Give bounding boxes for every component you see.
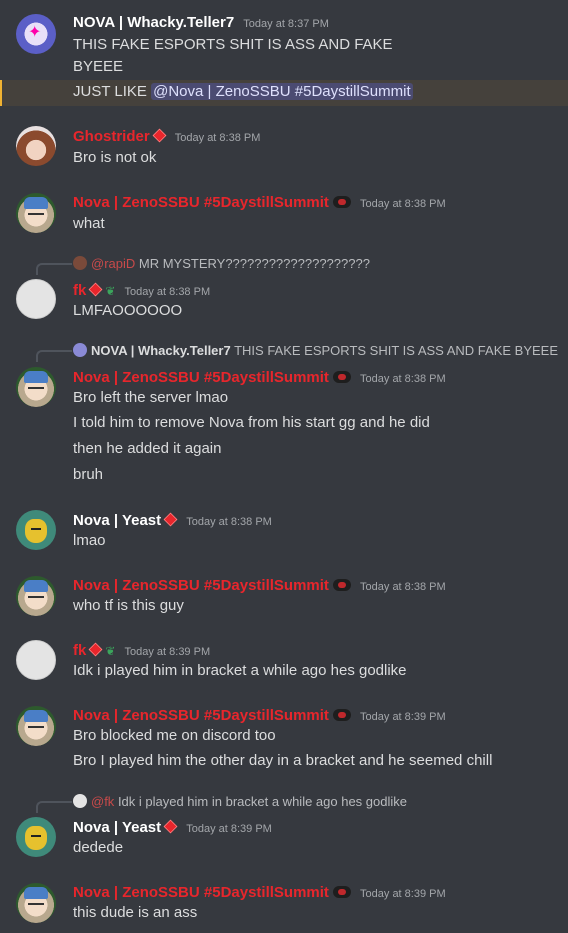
role-icon — [332, 196, 351, 208]
timestamp: Today at 8:39 PM — [124, 646, 211, 658]
avatar[interactable] — [16, 510, 56, 550]
avatar[interactable] — [16, 817, 56, 857]
role-icon — [332, 709, 351, 721]
author-name[interactable]: NOVA | Whacky.Teller7 — [73, 14, 234, 31]
message-line: Bro blocked me on discord too — [73, 727, 276, 744]
sprout-icon: ❦ — [105, 284, 116, 298]
user-mention[interactable]: @Nova | ZenoSSBU #5DaystillSummit — [151, 83, 413, 100]
reply-preview[interactable]: @rapiD MR MYSTERY???????????????????? — [73, 256, 370, 271]
reply-connector — [36, 350, 72, 362]
message-line: dedede — [73, 839, 124, 856]
message-line: this dude is an ass — [73, 904, 198, 921]
message-line: lmao — [73, 532, 106, 549]
reply-text: MR MYSTERY???????????????????? — [138, 256, 370, 271]
highlighted-mention-row: JUST LIKE @Nova | ZenoSSBU #5DaystillSum… — [0, 80, 568, 106]
ruby-role-icon — [88, 642, 103, 657]
message-line: what — [73, 215, 105, 232]
ruby-role-icon — [152, 128, 167, 143]
avatar[interactable] — [16, 883, 56, 923]
avatar[interactable] — [16, 193, 56, 233]
reply-avatar — [73, 256, 87, 270]
avatar[interactable] — [16, 126, 56, 166]
author-name[interactable]: Nova | ZenoSSBU #5DaystillSummit — [73, 577, 329, 594]
sprout-icon: ❦ — [105, 644, 116, 658]
reply-avatar — [73, 343, 87, 357]
author-name[interactable]: Nova | Yeast — [73, 512, 161, 529]
message-line: LMFAOOOOOO — [73, 302, 183, 319]
author-name[interactable]: Nova | Yeast — [73, 819, 161, 836]
timestamp: Today at 8:38 PM — [124, 286, 211, 298]
reply-author[interactable]: @fk — [91, 794, 114, 809]
avatar[interactable] — [16, 279, 56, 319]
ruby-role-icon — [163, 819, 178, 834]
timestamp: Today at 8:38 PM — [186, 516, 272, 528]
author-name[interactable]: Nova | ZenoSSBU #5DaystillSummit — [73, 194, 329, 211]
timestamp: Today at 8:39 PM — [360, 888, 446, 900]
message-line: Bro is not ok — [73, 149, 157, 166]
timestamp: Today at 8:39 PM — [360, 711, 446, 723]
author-name[interactable]: Nova | ZenoSSBU #5DaystillSummit — [73, 369, 329, 386]
message-line: then he added it again — [73, 440, 222, 457]
avatar[interactable] — [16, 367, 56, 407]
reply-author[interactable]: NOVA | Whacky.Teller7 — [91, 343, 231, 358]
avatar[interactable] — [16, 14, 56, 54]
message-line: BYEEE — [73, 58, 124, 75]
reply-preview[interactable]: @fk Idk i played him in bracket a while … — [73, 794, 407, 809]
avatar[interactable] — [16, 640, 56, 680]
message-text: JUST LIKE — [73, 83, 152, 100]
ruby-role-icon — [163, 512, 178, 527]
message-line: I told him to remove Nova from his start… — [73, 414, 430, 431]
role-icon — [332, 886, 351, 898]
role-icon — [332, 371, 351, 383]
reply-author[interactable]: @rapiD — [91, 256, 135, 271]
avatar[interactable] — [16, 576, 56, 616]
author-name[interactable]: Nova | ZenoSSBU #5DaystillSummit — [73, 884, 329, 901]
reply-connector — [36, 263, 72, 275]
timestamp: Today at 8:38 PM — [174, 132, 261, 144]
timestamp: Today at 8:38 PM — [360, 198, 446, 210]
message-line: Bro I played him the other day in a brac… — [73, 752, 493, 769]
reply-preview[interactable]: NOVA | Whacky.Teller7 THIS FAKE ESPORTS … — [73, 343, 558, 358]
reply-avatar — [73, 794, 87, 808]
timestamp: Today at 8:38 PM — [360, 373, 446, 385]
reply-connector — [36, 801, 72, 813]
message-line: bruh — [73, 466, 104, 483]
message-line: Idk i played him in bracket a while ago … — [73, 662, 407, 679]
avatar[interactable] — [16, 706, 56, 746]
reply-text: THIS FAKE ESPORTS SHIT IS ASS AND FAKE B… — [234, 343, 559, 358]
author-name[interactable]: fk — [73, 282, 86, 299]
timestamp: Today at 8:37 PM — [243, 18, 329, 30]
author-name[interactable]: Nova | ZenoSSBU #5DaystillSummit — [73, 707, 329, 724]
message-line: who tf is this guy — [73, 597, 184, 614]
ruby-role-icon — [88, 282, 103, 297]
reply-text: Idk i played him in bracket a while ago … — [117, 794, 407, 809]
message-line: Bro left the server lmao — [73, 389, 229, 406]
message-line: THIS FAKE ESPORTS SHIT IS ASS AND FAKE — [73, 36, 393, 53]
author-name[interactable]: fk — [73, 642, 86, 659]
role-icon — [332, 579, 351, 591]
timestamp: Today at 8:39 PM — [186, 823, 272, 835]
author-name[interactable]: Ghostrider — [73, 128, 150, 145]
timestamp: Today at 8:38 PM — [360, 581, 446, 593]
